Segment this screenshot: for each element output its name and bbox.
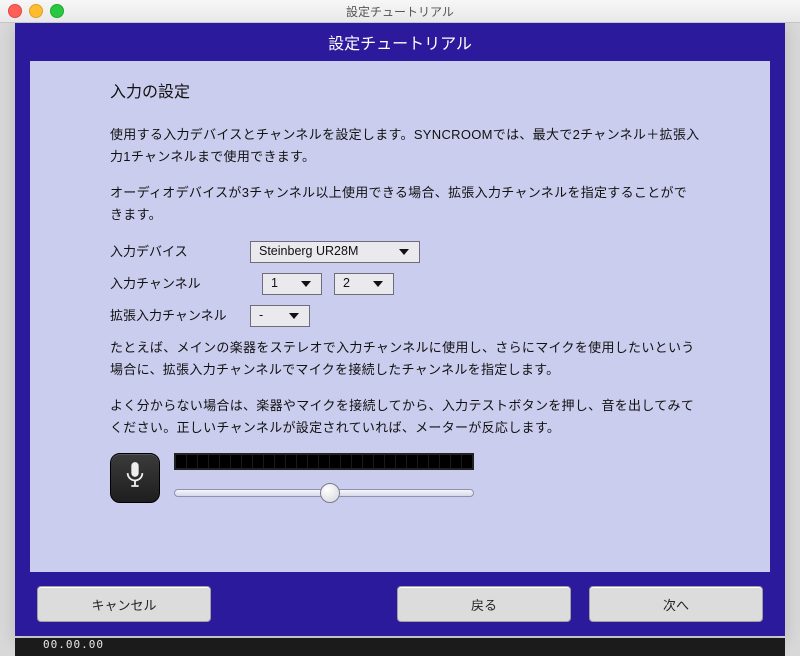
intro-paragraph-2: オーディオデバイスが3チャンネル以上使用できる場合、拡張入力チャンネルを指定する… (110, 182, 700, 226)
chevron-down-icon (295, 274, 317, 294)
help-paragraph: よく分からない場合は、楽器やマイクを接続してから、入力テストボタンを押し、音を出… (110, 395, 700, 439)
slider-thumb[interactable] (320, 483, 340, 503)
row-ext-channel: 拡張入力チャンネル - (110, 305, 700, 327)
input-device-select[interactable]: Steinberg UR28M (250, 241, 420, 263)
row-input-channel: 入力チャンネル 1 2 (110, 273, 700, 295)
next-button[interactable]: 次へ (589, 586, 763, 622)
back-button[interactable]: 戻る (397, 586, 571, 622)
window-controls (8, 4, 64, 18)
row-input-device: 入力デバイス Steinberg UR28M (110, 241, 700, 263)
modal-header: 設定チュートリアル (15, 23, 785, 61)
input-test-block (110, 453, 700, 503)
window-title: 設定チュートリアル (346, 3, 454, 20)
example-paragraph: たとえば、メインの楽器をステレオで入力チャンネルに使用し、さらにマイクを使用した… (110, 337, 700, 381)
input-channel-1-value: 1 (271, 273, 278, 294)
cancel-button[interactable]: キャンセル (37, 586, 211, 622)
input-level-meter (174, 453, 474, 470)
input-channel-2-value: 2 (343, 273, 350, 294)
minimize-window-button[interactable] (29, 4, 43, 18)
ext-channel-value: - (259, 305, 263, 326)
input-gain-slider[interactable] (174, 484, 474, 502)
input-channel-1-select[interactable]: 1 (262, 273, 322, 295)
modal-body: 入力の設定 使用する入力デバイスとチャンネルを設定します。SYNCROOMでは、… (30, 61, 770, 572)
modal-footer: キャンセル 戻る 次へ (15, 572, 785, 636)
meter-column (174, 453, 474, 502)
ext-channel-select[interactable]: - (250, 305, 310, 327)
chevron-down-icon (283, 306, 305, 326)
input-test-button[interactable] (110, 453, 160, 503)
intro-paragraph-1: 使用する入力デバイスとチャンネルを設定します。SYNCROOMでは、最大で2チャ… (110, 124, 700, 168)
back-button-label: 戻る (471, 595, 497, 614)
close-window-button[interactable] (8, 4, 22, 18)
input-channel-2-select[interactable]: 2 (334, 273, 394, 295)
background-timecode: 00.00.00 (15, 638, 785, 656)
mic-icon (124, 462, 146, 495)
chevron-down-icon (393, 242, 415, 262)
chevron-down-icon (367, 274, 389, 294)
input-channel-label: 入力チャンネル (110, 273, 250, 295)
input-device-value: Steinberg UR28M (259, 241, 358, 262)
input-device-label: 入力デバイス (110, 241, 250, 263)
tutorial-modal: 設定チュートリアル 入力の設定 使用する入力デバイスとチャンネルを設定します。S… (15, 23, 785, 636)
next-button-label: 次へ (663, 595, 689, 614)
ext-channel-label: 拡張入力チャンネル (110, 305, 250, 327)
section-title: 入力の設定 (110, 79, 700, 106)
cancel-button-label: キャンセル (91, 595, 156, 614)
titlebar: 設定チュートリアル (0, 0, 800, 23)
modal-title: 設定チュートリアル (328, 30, 472, 54)
zoom-window-button[interactable] (50, 4, 64, 18)
